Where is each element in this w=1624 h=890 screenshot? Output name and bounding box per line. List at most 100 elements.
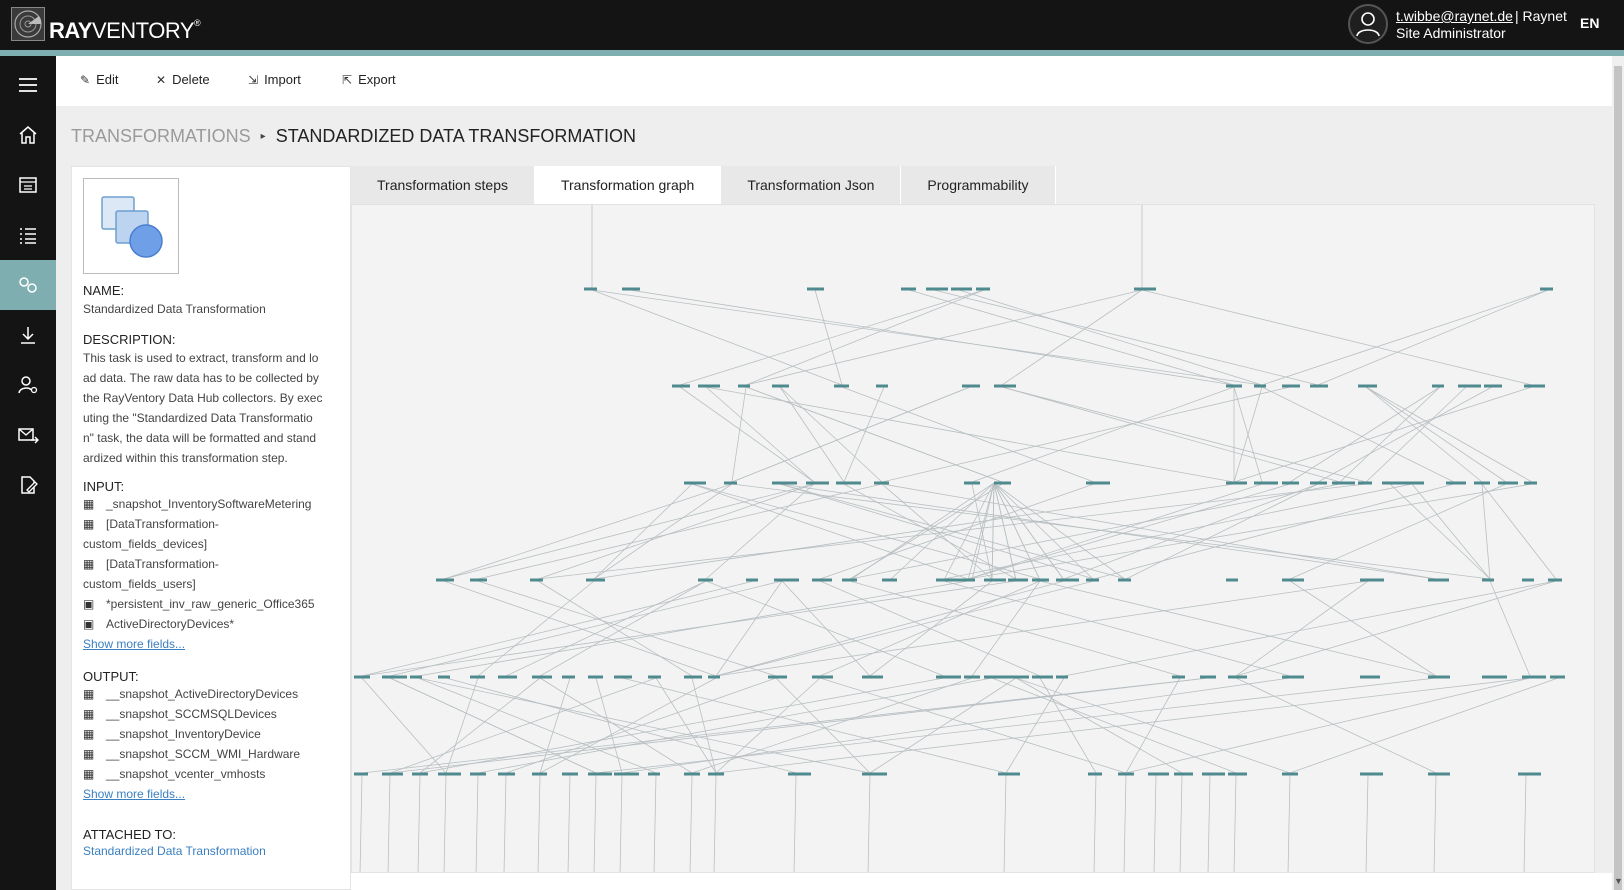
graph-node[interactable] <box>648 772 660 776</box>
graph-node[interactable] <box>1332 481 1355 485</box>
tab-programmability[interactable]: Programmability <box>901 166 1056 204</box>
graph-node[interactable] <box>862 772 887 776</box>
graph-node[interactable] <box>586 578 605 582</box>
graph-node[interactable] <box>1202 772 1225 776</box>
graph-node[interactable] <box>774 578 799 582</box>
graph-node[interactable] <box>926 287 948 291</box>
graph-node[interactable] <box>1428 772 1450 776</box>
graph-node[interactable] <box>684 481 706 485</box>
graph-node[interactable] <box>768 675 787 679</box>
export-button[interactable]: ⇱ Export <box>342 72 396 87</box>
graph-node[interactable] <box>772 481 797 485</box>
graph-node[interactable] <box>984 578 1006 582</box>
graph-node[interactable] <box>1226 384 1242 388</box>
user-settings-icon[interactable] <box>0 360 56 410</box>
radar-logo-icon[interactable] <box>11 7 45 41</box>
graph-node[interactable] <box>1008 578 1028 582</box>
graph-node[interactable] <box>1172 675 1185 679</box>
graph-node[interactable] <box>1518 772 1541 776</box>
graph-node[interactable] <box>1310 481 1327 485</box>
graph-node[interactable] <box>1282 578 1304 582</box>
graph-node[interactable] <box>1360 675 1380 679</box>
graph-node[interactable] <box>1524 384 1545 388</box>
graph-node[interactable] <box>684 675 702 679</box>
graph-node[interactable] <box>532 772 547 776</box>
graph-node[interactable] <box>382 772 403 776</box>
tab-transformation-steps[interactable]: Transformation steps <box>351 166 535 204</box>
scroll-down-arrow-icon[interactable]: ▼ <box>1614 876 1624 886</box>
graph-node[interactable] <box>1032 578 1049 582</box>
graph-node[interactable] <box>1148 772 1169 776</box>
graph-node[interactable] <box>1056 578 1079 582</box>
list-icon[interactable] <box>0 210 56 260</box>
graph-node[interactable] <box>962 384 980 388</box>
graph-node[interactable] <box>772 384 789 388</box>
graph-node[interactable] <box>382 675 407 679</box>
graph-node[interactable] <box>1226 481 1247 485</box>
graph-node[interactable] <box>984 675 1008 679</box>
graph-node[interactable] <box>1358 384 1377 388</box>
graph-node[interactable] <box>588 772 612 776</box>
graph-node[interactable] <box>1474 481 1490 485</box>
graph-node[interactable] <box>530 578 543 582</box>
show-more-outputs-link[interactable]: Show more fields... <box>83 787 185 801</box>
graph-node[interactable] <box>1032 675 1053 679</box>
graph-node[interactable] <box>964 481 980 485</box>
graph-node[interactable] <box>532 675 552 679</box>
graph-node[interactable] <box>614 675 632 679</box>
download-icon[interactable] <box>0 310 56 360</box>
graph-node[interactable] <box>412 772 428 776</box>
graph-node[interactable] <box>812 578 832 582</box>
graph-node[interactable] <box>862 675 883 679</box>
page-scrollbar[interactable] <box>1612 56 1624 890</box>
transformations-icon[interactable] <box>0 260 56 310</box>
graph-node[interactable] <box>684 772 700 776</box>
graph-node[interactable] <box>842 578 857 582</box>
graph-node[interactable] <box>1008 675 1029 679</box>
graph-node[interactable] <box>498 675 517 679</box>
graph-node[interactable] <box>622 287 640 291</box>
graph-node[interactable] <box>1382 481 1405 485</box>
graph-node[interactable] <box>976 287 990 291</box>
graph-node[interactable] <box>1550 675 1565 679</box>
graph-node[interactable] <box>1358 481 1372 485</box>
graph-node[interactable] <box>708 675 720 679</box>
graph-node[interactable] <box>834 384 849 388</box>
graph-node[interactable] <box>438 772 461 776</box>
graph-node[interactable] <box>994 384 1016 388</box>
edit-button[interactable]: ✎ Edit <box>80 72 118 87</box>
graph-node[interactable] <box>410 675 422 679</box>
graph-node[interactable] <box>807 287 824 291</box>
graph-node[interactable] <box>1540 287 1553 291</box>
graph-node[interactable] <box>672 384 690 388</box>
graph-node[interactable] <box>1228 675 1247 679</box>
delete-button[interactable]: ✕ Delete <box>156 72 210 87</box>
breadcrumb-parent[interactable]: TRANSFORMATIONS <box>71 126 251 147</box>
graph-node[interactable] <box>724 481 737 485</box>
graph-node[interactable] <box>994 481 1011 485</box>
brand-logo-text[interactable]: RAYVENTORY® <box>49 18 201 44</box>
language-selector[interactable]: EN <box>1580 15 1599 31</box>
graph-node[interactable] <box>1174 772 1193 776</box>
graph-node[interactable] <box>1200 675 1216 679</box>
graph-node[interactable] <box>1360 772 1383 776</box>
graph-node[interactable] <box>1056 675 1068 679</box>
graph-node[interactable] <box>876 384 888 388</box>
graph-node[interactable] <box>1118 772 1134 776</box>
graph-node[interactable] <box>1254 384 1266 388</box>
graph-node[interactable] <box>1548 578 1562 582</box>
graph-node[interactable] <box>1446 481 1466 485</box>
graph-node[interactable] <box>1282 675 1304 679</box>
graph-node[interactable] <box>1484 384 1502 388</box>
graph-node[interactable] <box>614 772 639 776</box>
graph-node[interactable] <box>1254 481 1278 485</box>
graph-node[interactable] <box>1310 384 1328 388</box>
graph-node[interactable] <box>354 675 370 679</box>
graph-node[interactable] <box>1522 675 1546 679</box>
graph-node[interactable] <box>1228 772 1247 776</box>
graph-node[interactable] <box>1086 578 1099 582</box>
inventory-icon[interactable] <box>0 160 56 210</box>
graph-node[interactable] <box>698 384 720 388</box>
graph-node[interactable] <box>998 772 1020 776</box>
graph-node[interactable] <box>470 578 487 582</box>
